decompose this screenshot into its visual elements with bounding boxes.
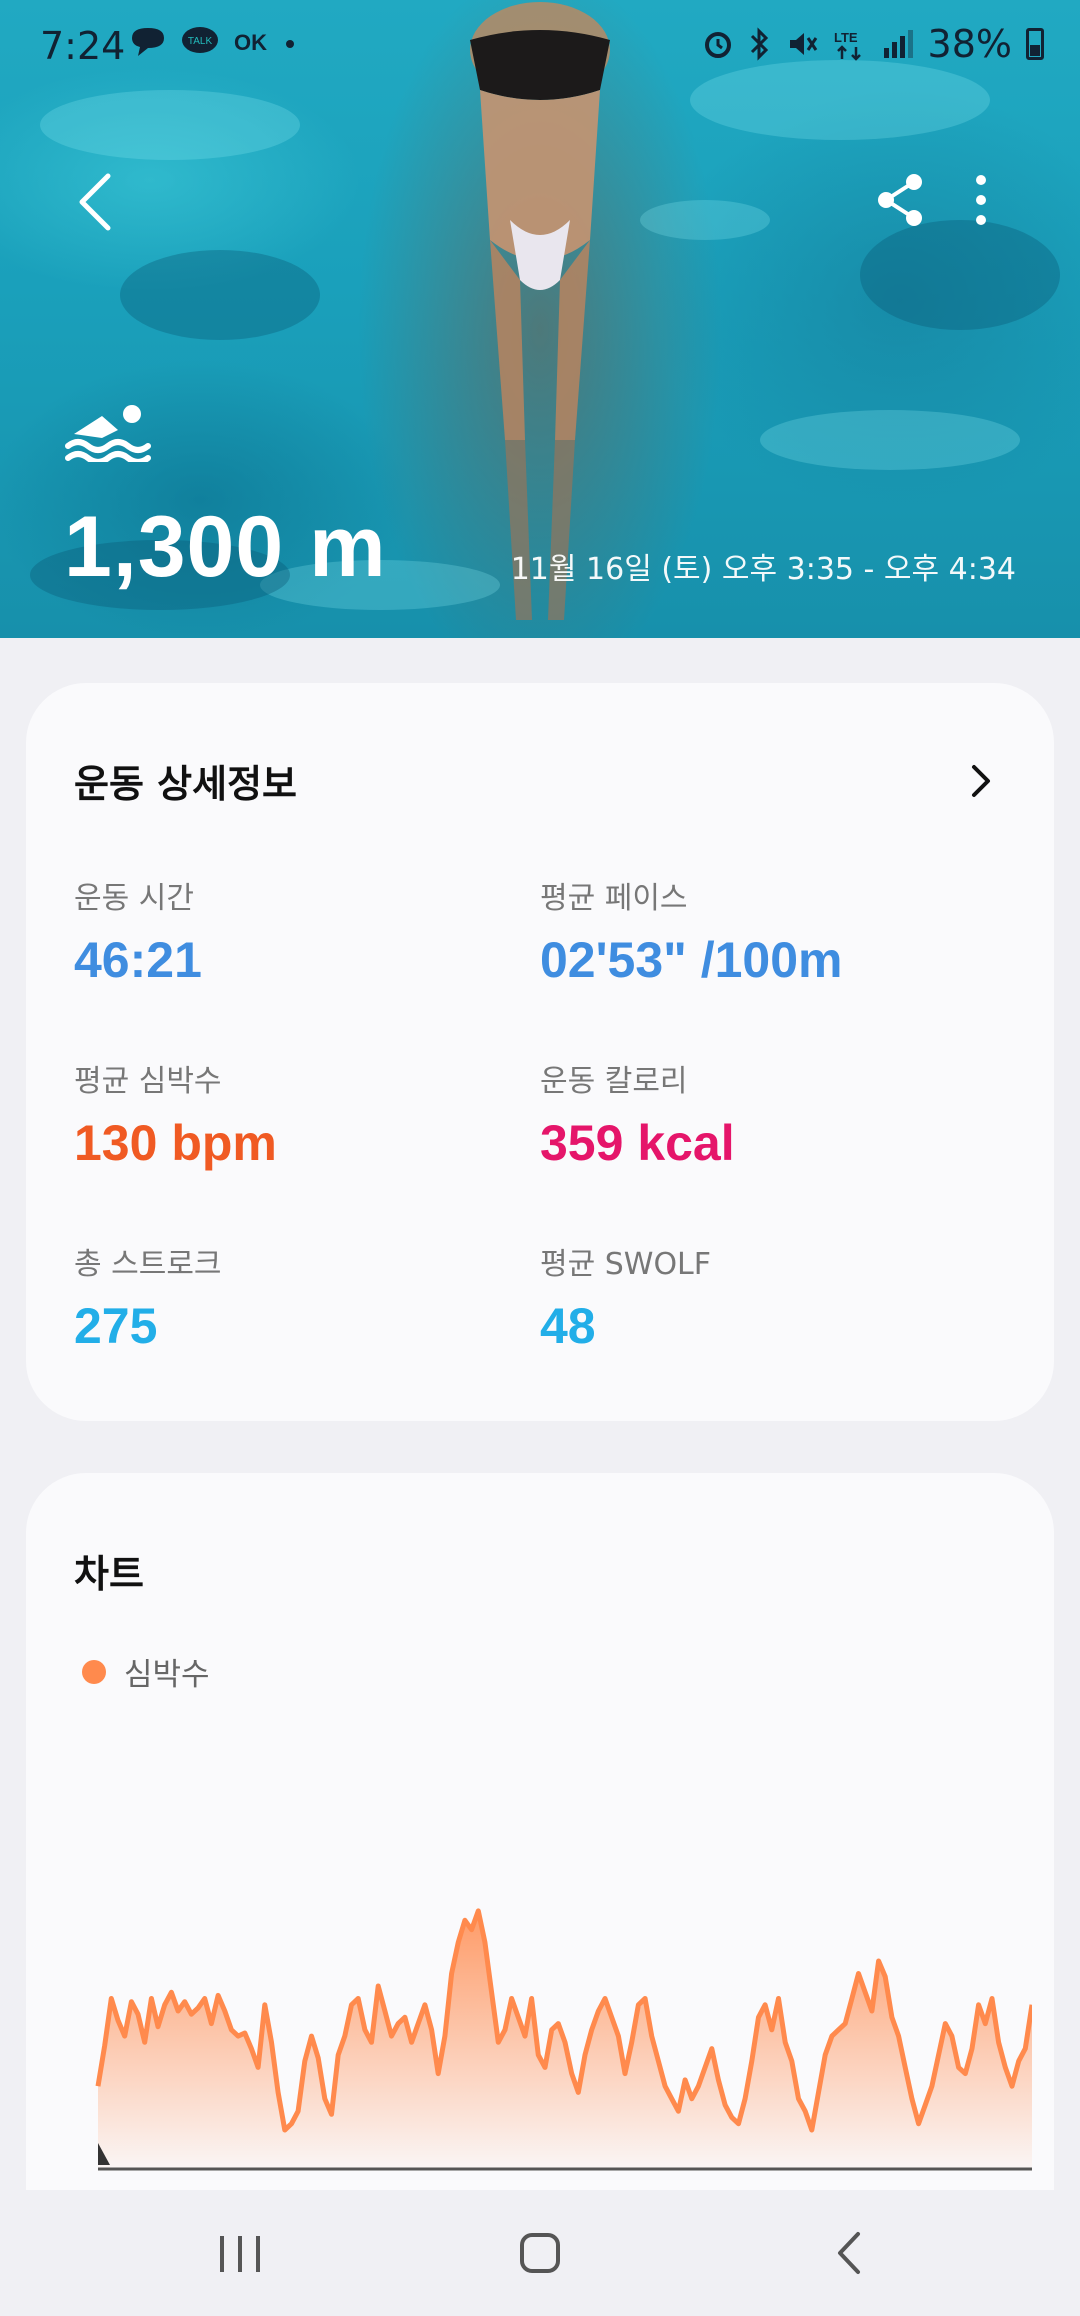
status-bar: 7:24 TALK OK LTE 38% xyxy=(0,0,1080,96)
status-time: 7:24 xyxy=(40,24,126,68)
signal-icon xyxy=(883,30,913,58)
chart-legend: 심박수 xyxy=(82,1649,210,1694)
metric-calories: 운동 칼로리 359 kcal xyxy=(540,1056,980,1172)
battery-percent: 38% xyxy=(927,22,1012,66)
mute-icon xyxy=(789,33,817,55)
swimming-icon xyxy=(65,405,151,462)
ok-icon: OK xyxy=(234,30,267,55)
metric-avg-pace: 평균 페이스 02'53" /100m xyxy=(540,873,980,989)
details-title: 운동 상세정보 xyxy=(74,762,297,806)
battery-icon xyxy=(1026,28,1044,60)
total-distance: 1,300 m xyxy=(64,499,387,595)
svg-text:LTE: LTE xyxy=(834,30,858,45)
talk-icon: TALK xyxy=(182,27,218,53)
lte-icon: LTE xyxy=(834,30,861,61)
dot-icon xyxy=(286,40,294,48)
metric-value: 02'53" /100m xyxy=(540,932,843,988)
back-arrow-icon[interactable] xyxy=(68,170,124,234)
metric-label: 평균 심박수 xyxy=(74,1064,222,1099)
metric-label: 평균 SWOLF xyxy=(540,1247,712,1282)
chevron-right-icon[interactable] xyxy=(966,761,996,801)
metric-avg-swolf: 평균 SWOLF 48 xyxy=(540,1239,980,1355)
share-icon[interactable] xyxy=(872,172,928,228)
metric-value: 130 bpm xyxy=(74,1115,277,1171)
navigation-bar xyxy=(0,2190,1080,2316)
back-icon[interactable] xyxy=(820,2220,880,2286)
more-options-icon[interactable] xyxy=(966,172,996,228)
metric-duration: 운동 시간 46:21 xyxy=(74,873,514,989)
metric-total-strokes: 총 스트로크 275 xyxy=(74,1239,514,1355)
hero-banner: 7:24 TALK OK LTE 38% 1,300 m 11월 16일 (토)… xyxy=(0,0,1080,638)
metric-label: 운동 칼로리 xyxy=(540,1064,688,1099)
metric-label: 총 스트로크 xyxy=(74,1247,222,1282)
metric-value: 275 xyxy=(74,1298,158,1354)
chart-title: 차트 xyxy=(74,1552,144,1596)
metric-avg-heart-rate: 평균 심박수 130 bpm xyxy=(74,1056,514,1172)
metric-value: 359 kcal xyxy=(540,1115,735,1171)
recent-apps-icon[interactable] xyxy=(210,2220,270,2286)
metric-value: 48 xyxy=(540,1298,596,1354)
svg-text:OK: OK xyxy=(234,30,267,55)
metric-value: 46:21 xyxy=(74,932,202,988)
workout-details-card[interactable]: 운동 상세정보 운동 시간 46:21 평균 페이스 02'53" /100m … xyxy=(26,683,1054,1421)
legend-dot xyxy=(82,1659,106,1684)
home-icon[interactable] xyxy=(510,2220,570,2286)
svg-text:TALK: TALK xyxy=(188,36,213,47)
alarm-icon xyxy=(704,32,731,58)
workout-date-range: 11월 16일 (토) 오후 3:35 - 오후 4:34 xyxy=(510,552,1016,587)
legend-label: 심박수 xyxy=(124,1657,210,1693)
metric-label: 평균 페이스 xyxy=(540,881,688,916)
metric-label: 운동 시간 xyxy=(74,881,194,916)
bluetooth-icon xyxy=(750,27,768,61)
chat-bubble-icon xyxy=(132,28,164,56)
